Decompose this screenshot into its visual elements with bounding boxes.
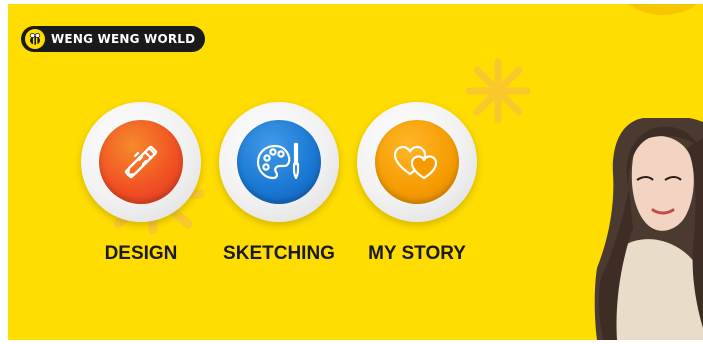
category-ring — [219, 102, 339, 222]
portrait-photo — [594, 118, 703, 340]
hearts-icon — [393, 145, 438, 180]
palette-brush-icon — [256, 142, 300, 180]
pencil-ruler-icon — [124, 145, 158, 179]
category-ring — [81, 102, 201, 222]
decorative-arc — [628, 4, 698, 15]
brand-name: WENG WENG WORLD — [51, 32, 196, 46]
category-my-story[interactable]: MY STORY — [357, 102, 477, 278]
category-label-my-story: MY STORY — [368, 243, 466, 264]
brand-logo[interactable]: WENG WENG WORLD — [21, 26, 206, 52]
bee-icon — [25, 29, 45, 49]
category-ring — [357, 102, 477, 222]
category-badge — [99, 120, 183, 204]
category-badge — [375, 120, 459, 204]
hero-banner: WENG WENG WORLD DESIGN SKETCHING MY STOR… — [8, 4, 703, 340]
category-badge — [237, 120, 321, 204]
